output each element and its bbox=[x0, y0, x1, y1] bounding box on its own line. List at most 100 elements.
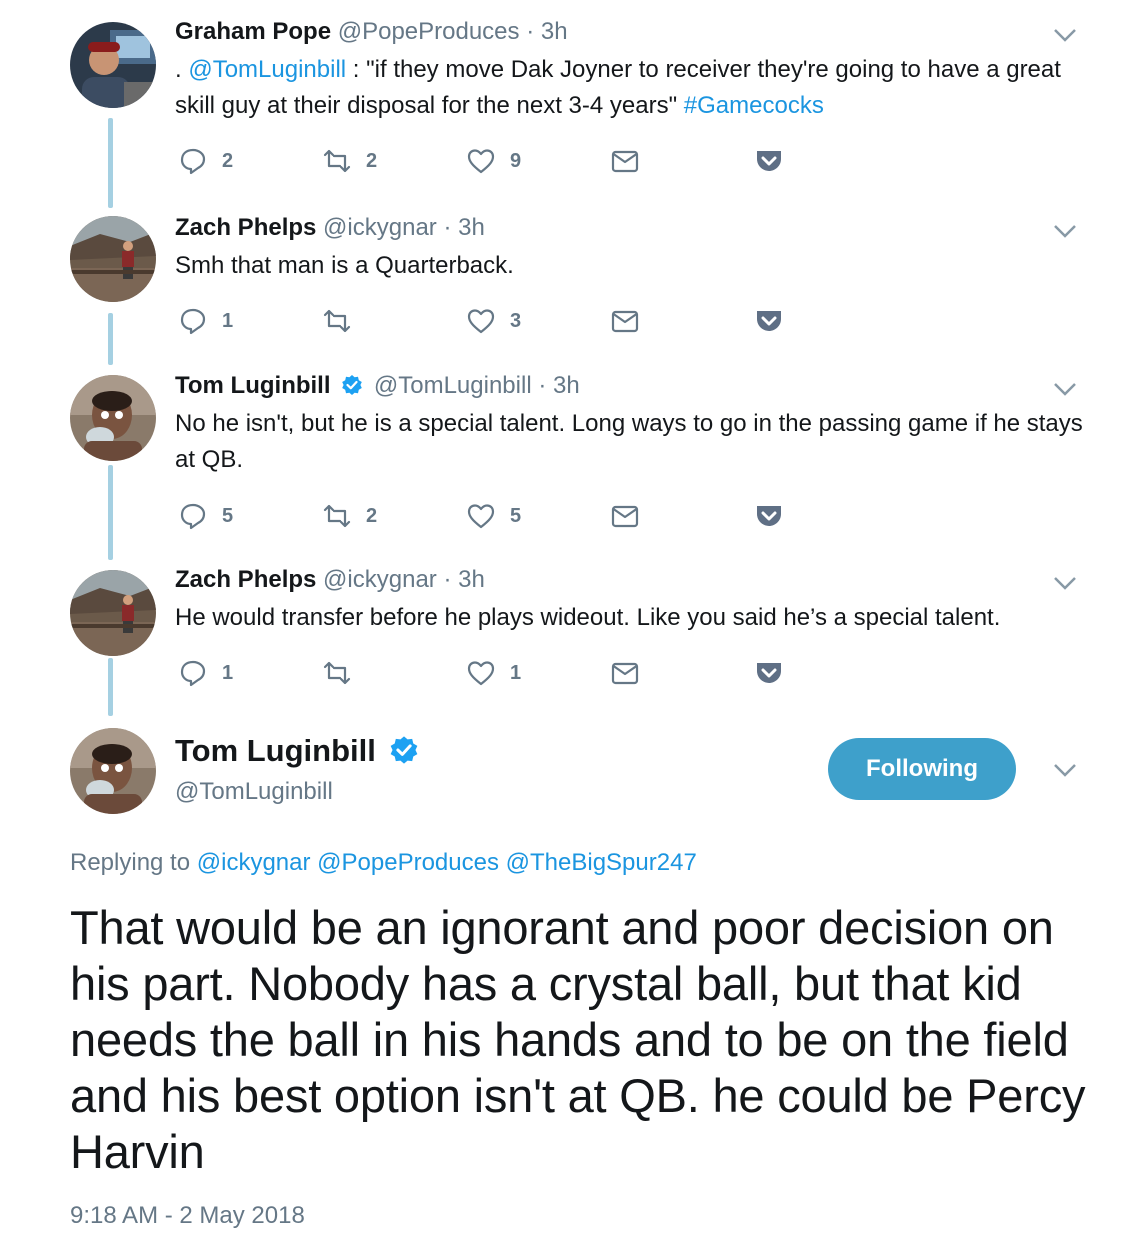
envelope-icon bbox=[611, 150, 639, 173]
tweet-text-part: . bbox=[175, 56, 189, 83]
avatar-zach-phelps[interactable] bbox=[70, 216, 156, 302]
separator-dot: · bbox=[526, 18, 535, 45]
direct-message-button[interactable] bbox=[610, 304, 640, 338]
mention-link[interactable]: @PopeProduces bbox=[317, 849, 499, 876]
author-name[interactable]: Zach Phelps bbox=[175, 214, 316, 241]
tweet-text: . @TomLuginbill : "if they move Dak Joyn… bbox=[175, 52, 1095, 124]
chevron-down-icon[interactable] bbox=[1052, 762, 1078, 778]
author-handle[interactable]: @ickygnar bbox=[323, 214, 437, 241]
envelope-icon bbox=[611, 310, 639, 333]
thread-line bbox=[108, 313, 113, 365]
retweet-button[interactable]: 2 bbox=[322, 499, 377, 533]
direct-message-button[interactable] bbox=[610, 144, 640, 178]
retweet-icon bbox=[323, 149, 351, 173]
retweet-button[interactable] bbox=[322, 656, 366, 690]
separator-dot: · bbox=[538, 372, 547, 399]
hashtag-link[interactable]: #Gamecocks bbox=[684, 92, 824, 119]
main-tweet-text: That would be an ignorant and poor decis… bbox=[70, 901, 1086, 1178]
mention-link[interactable]: @TheBigSpur247 bbox=[506, 849, 697, 876]
pocket-button[interactable] bbox=[754, 656, 784, 690]
author-handle[interactable]: @TomLuginbill bbox=[175, 778, 333, 806]
thread-line bbox=[108, 658, 113, 716]
tweet-header: Tom Luginbill @TomLuginbill · 3h bbox=[175, 372, 580, 400]
mention-link[interactable]: @TomLuginbill bbox=[188, 56, 346, 83]
tweet-timestamp[interactable]: 9:18 AM - 2 May 2018 bbox=[70, 1202, 305, 1230]
envelope-icon bbox=[611, 662, 639, 685]
reply-button[interactable]: 5 bbox=[178, 499, 233, 533]
chevron-down-icon[interactable] bbox=[1052, 223, 1078, 239]
retweet-button[interactable]: 2 bbox=[322, 144, 377, 178]
tweet-time[interactable]: 3h bbox=[458, 214, 485, 241]
like-count: 1 bbox=[510, 661, 522, 684]
reply-icon bbox=[180, 148, 206, 175]
reply-icon bbox=[180, 503, 206, 530]
author-name[interactable]: Tom Luginbill bbox=[175, 372, 331, 399]
like-count: 9 bbox=[510, 149, 522, 172]
replying-prefix: Replying to bbox=[70, 849, 191, 876]
retweet-button[interactable] bbox=[322, 304, 366, 338]
avatar-graham-pope[interactable] bbox=[70, 22, 156, 108]
reply-button[interactable]: 1 bbox=[178, 304, 233, 338]
replying-to: Replying to @ickygnar @PopeProduces @The… bbox=[70, 849, 697, 877]
author-name[interactable]: Tom Luginbill bbox=[175, 733, 376, 768]
avatar-tom-luginbill[interactable] bbox=[70, 375, 156, 461]
mention-link[interactable]: @ickygnar bbox=[197, 849, 311, 876]
retweet-icon bbox=[323, 504, 351, 528]
author-handle[interactable]: @PopeProduces bbox=[338, 18, 520, 45]
like-button[interactable]: 3 bbox=[466, 304, 521, 338]
heart-icon bbox=[467, 149, 495, 174]
tweet-header: Graham Pope @PopeProduces · 3h bbox=[175, 18, 568, 46]
reply-button[interactable]: 2 bbox=[178, 144, 233, 178]
reply-count: 2 bbox=[222, 149, 234, 172]
main-author: Tom Luginbill bbox=[175, 733, 423, 769]
retweet-icon bbox=[323, 661, 351, 685]
tweet-text: No he isn't, but he is a special talent.… bbox=[175, 410, 1083, 473]
reply-count: 1 bbox=[222, 309, 234, 332]
verified-badge-icon bbox=[390, 736, 417, 764]
author-handle[interactable]: @ickygnar bbox=[323, 566, 437, 593]
author-name[interactable]: Zach Phelps bbox=[175, 566, 316, 593]
avatar-zach-phelps[interactable] bbox=[70, 570, 156, 656]
tweet-time[interactable]: 3h bbox=[541, 18, 568, 45]
tweet-text: Smh that man is a Quarterback. bbox=[175, 252, 514, 279]
tweet-time[interactable]: 3h bbox=[458, 566, 485, 593]
separator-dot: · bbox=[443, 566, 452, 593]
thread-line bbox=[108, 118, 113, 208]
like-button[interactable]: 9 bbox=[466, 144, 521, 178]
reply-button[interactable]: 1 bbox=[178, 656, 233, 690]
pocket-icon bbox=[757, 663, 781, 683]
heart-icon bbox=[467, 309, 495, 334]
pocket-icon bbox=[757, 311, 781, 331]
thread-line bbox=[108, 465, 113, 560]
verified-badge-icon bbox=[342, 375, 363, 395]
following-button[interactable]: Following bbox=[828, 738, 1016, 800]
retweet-count: 2 bbox=[366, 149, 378, 172]
like-button[interactable]: 5 bbox=[466, 499, 521, 533]
pocket-button[interactable] bbox=[754, 144, 784, 178]
reply-count: 1 bbox=[222, 661, 234, 684]
reply-icon bbox=[180, 660, 206, 687]
like-count: 3 bbox=[510, 309, 522, 332]
reply-icon bbox=[180, 308, 206, 335]
chevron-down-icon[interactable] bbox=[1052, 575, 1078, 591]
chevron-down-icon[interactable] bbox=[1052, 27, 1078, 43]
pocket-button[interactable] bbox=[754, 304, 784, 338]
heart-icon bbox=[467, 504, 495, 529]
pocket-button[interactable] bbox=[754, 499, 784, 533]
retweet-count: 2 bbox=[366, 504, 378, 527]
tweet-time[interactable]: 3h bbox=[553, 372, 580, 399]
retweet-icon bbox=[323, 309, 351, 333]
chevron-down-icon[interactable] bbox=[1052, 381, 1078, 397]
tweet-header: Zach Phelps @ickygnar · 3h bbox=[175, 214, 485, 242]
heart-icon bbox=[467, 661, 495, 686]
author-name[interactable]: Graham Pope bbox=[175, 18, 331, 45]
reply-count: 5 bbox=[222, 504, 234, 527]
like-count: 5 bbox=[510, 504, 522, 527]
author-handle[interactable]: @TomLuginbill bbox=[374, 372, 532, 399]
like-button[interactable]: 1 bbox=[466, 656, 521, 690]
envelope-icon bbox=[611, 505, 639, 528]
direct-message-button[interactable] bbox=[610, 499, 640, 533]
pocket-icon bbox=[757, 506, 781, 526]
direct-message-button[interactable] bbox=[610, 656, 640, 690]
avatar-tom-luginbill[interactable] bbox=[70, 728, 156, 814]
